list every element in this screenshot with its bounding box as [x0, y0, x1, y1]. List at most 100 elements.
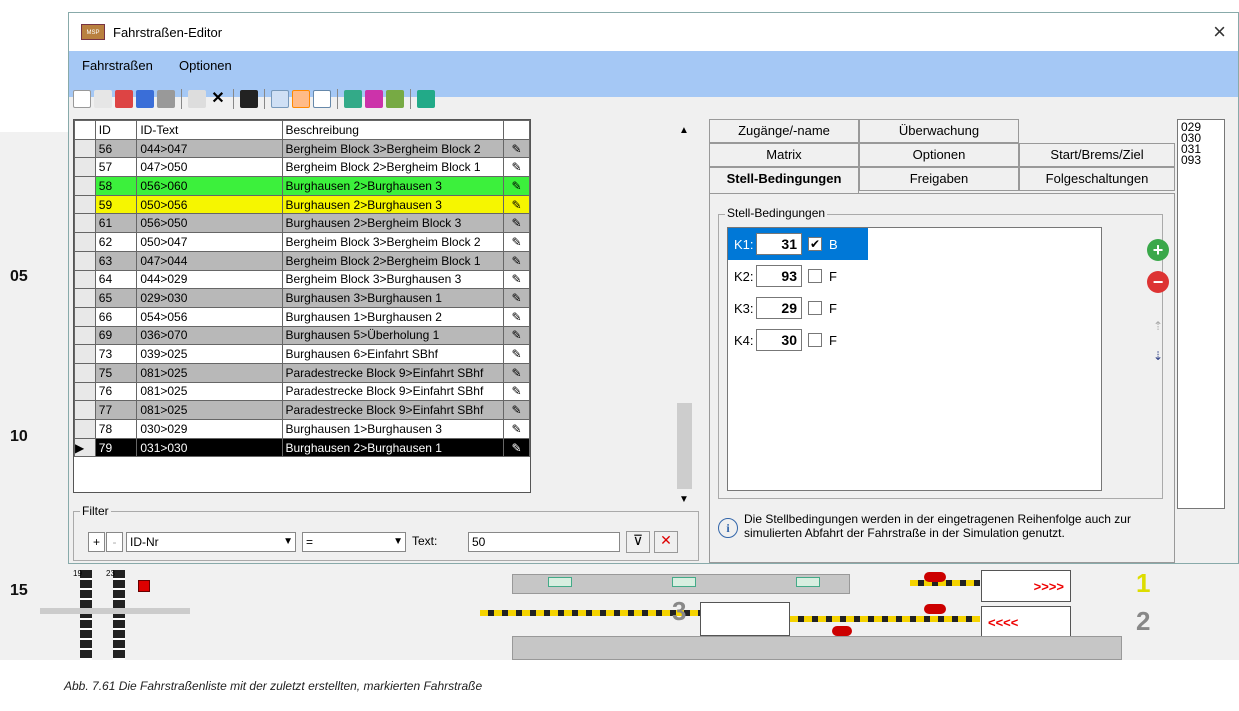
row-selector[interactable]: [74, 194, 96, 215]
table-row[interactable]: 59 050>056 Burghausen 2>Burghausen 3 ✎: [74, 194, 530, 215]
signal-icon[interactable]: [924, 572, 946, 582]
condition-row[interactable]: K3: 29 F: [728, 292, 868, 324]
table-row[interactable]: 62 050>047 Bergheim Block 3>Bergheim Block…: [74, 232, 530, 252]
tab-start-brems-ziel[interactable]: Start/Brems/Ziel: [1019, 143, 1175, 167]
table-row[interactable]: 63 047>044 Bergheim Block 2>Bergheim Block…: [74, 250, 530, 271]
filter-field-select[interactable]: ID-Nr ▼: [126, 532, 296, 552]
save-icon[interactable]: [136, 90, 154, 108]
edit-route-icon[interactable]: ✎: [503, 232, 530, 252]
condition-checkbox[interactable]: [808, 269, 822, 283]
row-selector[interactable]: [74, 306, 96, 327]
delete-icon[interactable]: ✕: [209, 90, 227, 108]
copy-icon[interactable]: [94, 90, 112, 108]
tab-zugaenge[interactable]: Zugängе/-name: [709, 119, 859, 143]
edit-route-icon[interactable]: ✎: [503, 250, 530, 271]
check-icon[interactable]: [386, 90, 404, 108]
table-row[interactable]: 77 081>025 Paradestrecke Block 9>Einfahrt …: [74, 400, 530, 420]
row-selector[interactable]: ▶: [74, 437, 96, 458]
header-description[interactable]: Beschreibung: [281, 120, 505, 140]
row-selector[interactable]: [74, 138, 96, 159]
scroll-up-icon[interactable]: ▲: [679, 125, 689, 136]
scroll-thumb[interactable]: [677, 403, 692, 489]
tab-matrix[interactable]: Matrix: [709, 143, 859, 167]
table-row[interactable]: 75 081>025 Paradestrecke Block 9>Einfahrt …: [74, 362, 530, 383]
table-row[interactable]: 69 036>070 Burghausen 5>Überholung 1 ✎: [74, 325, 530, 346]
menu-optionen[interactable]: Optionen: [179, 58, 232, 73]
edit-route-icon[interactable]: ✎: [503, 362, 530, 383]
condition-checkbox[interactable]: ✔: [808, 237, 822, 251]
clear-filter-icon[interactable]: ✕: [654, 531, 678, 553]
print-icon[interactable]: [157, 90, 175, 108]
panel-view-icon[interactable]: [313, 90, 331, 108]
condition-row[interactable]: K1: 31 ✔ B: [728, 228, 868, 260]
edit-icon[interactable]: [115, 90, 133, 108]
filter-remove-button[interactable]: -: [106, 532, 123, 552]
edit-route-icon[interactable]: ✎: [503, 325, 530, 346]
row-selector[interactable]: [74, 250, 96, 271]
move-up-icon[interactable]: ⇡: [1147, 315, 1169, 337]
tab-folgeschaltungen[interactable]: Folgeschaltungen: [1019, 167, 1175, 191]
table-row[interactable]: 58 056>060 Burghausen 2>Burghausen 3 ✎: [74, 176, 530, 196]
new-icon[interactable]: [73, 90, 91, 108]
id-list[interactable]: 029 030 031 093: [1177, 119, 1225, 509]
row-selector[interactable]: [74, 176, 96, 196]
edit-route-icon[interactable]: ✎: [503, 437, 530, 458]
tab-freigaben[interactable]: Freigaben: [859, 167, 1019, 191]
edit-route-icon[interactable]: ✎: [503, 400, 530, 420]
row-selector[interactable]: [74, 269, 96, 290]
view-icon[interactable]: [240, 90, 258, 108]
row-selector[interactable]: [74, 213, 96, 234]
table-row[interactable]: 56 044>047 Bergheim Block 3>Bergheim Block…: [74, 138, 530, 159]
edit-route-icon[interactable]: ✎: [503, 176, 530, 196]
tab-stell-bedingungen[interactable]: Stell-Bedingungen: [709, 167, 859, 193]
signal-icon[interactable]: [138, 580, 150, 592]
row-selector[interactable]: [74, 381, 96, 402]
row-selector[interactable]: [74, 325, 96, 346]
header-id[interactable]: ID: [94, 120, 138, 140]
condition-value-field[interactable]: 31: [756, 233, 802, 255]
table-row[interactable]: 64 044>029 Bergheim Block 3>Burghausen 3 ✎: [74, 269, 530, 290]
menu-fahrstrassen[interactable]: Fahrstraßen: [82, 58, 153, 73]
row-selector[interactable]: [74, 157, 96, 178]
table-row[interactable]: 78 030>029 Burghausen 1>Burghausen 3 ✎: [74, 419, 530, 439]
edit-route-icon[interactable]: ✎: [503, 344, 530, 364]
row-selector[interactable]: [74, 419, 96, 439]
table-row[interactable]: ▶ 79 031>030 Burghausen 2>Burghausen 1 ✎: [74, 437, 530, 458]
table-row[interactable]: 73 039>025 Burghausen 6>Einfahrt SBhf ✎: [74, 344, 530, 364]
remove-condition-icon[interactable]: −: [1147, 271, 1169, 293]
filter-operator-select[interactable]: = ▼: [302, 532, 406, 552]
route-icon[interactable]: [344, 90, 362, 108]
edit-route-icon[interactable]: ✎: [503, 288, 530, 308]
add-condition-icon[interactable]: +: [1147, 239, 1169, 261]
condition-checkbox[interactable]: [808, 333, 822, 347]
row-selector[interactable]: [74, 362, 96, 383]
table-scrollbar[interactable]: ▲ ▼: [674, 119, 695, 509]
funnel-icon[interactable]: ⊽: [626, 531, 650, 553]
split-view-icon[interactable]: [292, 90, 310, 108]
tab-optionen[interactable]: Optionen: [859, 143, 1019, 167]
filter-add-button[interactable]: +: [88, 532, 105, 552]
edit-route-icon[interactable]: ✎: [503, 419, 530, 439]
table-row[interactable]: 76 081>025 Paradestrecke Block 9>Einfahrt …: [74, 381, 530, 402]
condition-value-field[interactable]: 29: [756, 297, 802, 319]
condition-row[interactable]: K4: 30 F: [728, 324, 868, 356]
condition-value-field[interactable]: 30: [756, 329, 802, 351]
route-reverse-icon[interactable]: [365, 90, 383, 108]
filter-text-input[interactable]: 50: [468, 532, 620, 552]
table-view-icon[interactable]: [271, 90, 289, 108]
row-selector[interactable]: [74, 400, 96, 420]
edit-route-icon[interactable]: ✎: [503, 213, 530, 234]
tab-ueberwachung[interactable]: Überwachung: [859, 119, 1019, 143]
table-row[interactable]: 65 029>030 Burghausen 3>Burghausen 1 ✎: [74, 288, 530, 308]
condition-checkbox[interactable]: [808, 301, 822, 315]
edit-route-icon[interactable]: ✎: [503, 138, 530, 159]
signal-icon[interactable]: [924, 604, 946, 614]
condition-row[interactable]: K2: 93 F: [728, 260, 868, 292]
edit-route-icon[interactable]: ✎: [503, 269, 530, 290]
row-selector[interactable]: [74, 288, 96, 308]
signal-icon[interactable]: [832, 626, 852, 636]
table-row[interactable]: 61 056>050 Burghausen 2>Bergheim Block 3 ✎: [74, 213, 530, 234]
scroll-down-icon[interactable]: ▼: [679, 494, 689, 505]
comment-icon[interactable]: [188, 90, 206, 108]
row-selector[interactable]: [74, 232, 96, 252]
